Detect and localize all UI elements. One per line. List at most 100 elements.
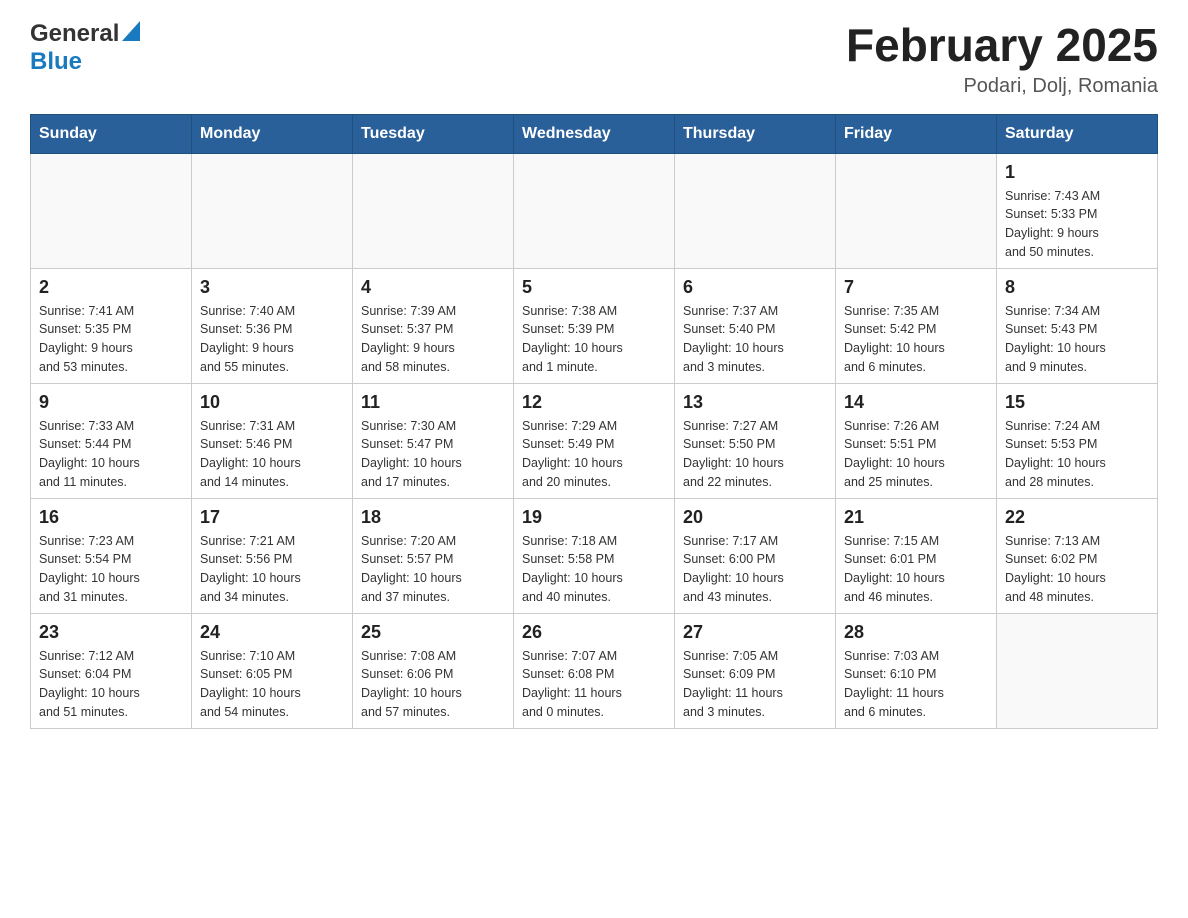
calendar-cell: 11 Sunrise: 7:30 AMSunset: 5:47 PMDayligh… <box>353 383 514 498</box>
day-number: 3 <box>200 277 344 298</box>
day-info: Sunrise: 7:43 AMSunset: 5:33 PMDaylight:… <box>1005 187 1149 262</box>
calendar-cell: 18 Sunrise: 7:20 AMSunset: 5:57 PMDayligh… <box>353 498 514 613</box>
day-number: 1 <box>1005 162 1149 183</box>
calendar-cell <box>675 153 836 268</box>
calendar-cell: 27 Sunrise: 7:05 AMSunset: 6:09 PMDayligh… <box>675 613 836 728</box>
header-friday: Friday <box>836 114 997 153</box>
day-number: 2 <box>39 277 183 298</box>
logo-blue-text: Blue <box>30 48 82 75</box>
logo-general-text: General <box>30 20 119 48</box>
calendar-cell: 13Sunrise: 7:27 AMSunset: 5:50 PMDayligh… <box>675 383 836 498</box>
day-info: Sunrise: 7:27 AMSunset: 5:50 PMDaylight:… <box>683 417 827 492</box>
calendar-cell: 20 Sunrise: 7:17 AMSunset: 6:00 PMDayligh… <box>675 498 836 613</box>
day-info: Sunrise: 7:35 AMSunset: 5:42 PMDaylight:… <box>844 302 988 377</box>
day-info: Sunrise: 7:39 AMSunset: 5:37 PMDaylight:… <box>361 302 505 377</box>
day-info: Sunrise: 7:23 AMSunset: 5:54 PMDaylight:… <box>39 532 183 607</box>
day-number: 23 <box>39 622 183 643</box>
calendar-cell: 8 Sunrise: 7:34 AMSunset: 5:43 PMDaylight… <box>997 268 1158 383</box>
day-info: Sunrise: 7:10 AMSunset: 6:05 PMDaylight:… <box>200 647 344 722</box>
calendar-cell: 14 Sunrise: 7:26 AMSunset: 5:51 PMDayligh… <box>836 383 997 498</box>
day-number: 20 <box>683 507 827 528</box>
day-number: 11 <box>361 392 505 413</box>
day-number: 27 <box>683 622 827 643</box>
day-number: 22 <box>1005 507 1149 528</box>
day-number: 5 <box>522 277 666 298</box>
calendar-cell: 1 Sunrise: 7:43 AMSunset: 5:33 PMDaylight… <box>997 153 1158 268</box>
header-wednesday: Wednesday <box>514 114 675 153</box>
calendar-cell <box>997 613 1158 728</box>
day-info: Sunrise: 7:18 AMSunset: 5:58 PMDaylight:… <box>522 532 666 607</box>
calendar-cell: 16Sunrise: 7:23 AMSunset: 5:54 PMDayligh… <box>31 498 192 613</box>
day-info: Sunrise: 7:37 AMSunset: 5:40 PMDaylight:… <box>683 302 827 377</box>
day-info: Sunrise: 7:24 AMSunset: 5:53 PMDaylight:… <box>1005 417 1149 492</box>
day-info: Sunrise: 7:07 AMSunset: 6:08 PMDaylight:… <box>522 647 666 722</box>
day-number: 10 <box>200 392 344 413</box>
calendar-cell: 19Sunrise: 7:18 AMSunset: 5:58 PMDayligh… <box>514 498 675 613</box>
calendar-cell: 3 Sunrise: 7:40 AMSunset: 5:36 PMDaylight… <box>192 268 353 383</box>
day-info: Sunrise: 7:41 AMSunset: 5:35 PMDaylight:… <box>39 302 183 377</box>
day-info: Sunrise: 7:03 AMSunset: 6:10 PMDaylight:… <box>844 647 988 722</box>
day-info: Sunrise: 7:05 AMSunset: 6:09 PMDaylight:… <box>683 647 827 722</box>
day-info: Sunrise: 7:33 AMSunset: 5:44 PMDaylight:… <box>39 417 183 492</box>
calendar-table: Sunday Monday Tuesday Wednesday Thursday… <box>30 114 1158 729</box>
calendar-cell: 9Sunrise: 7:33 AMSunset: 5:44 PMDaylight… <box>31 383 192 498</box>
week-row-4: 16Sunrise: 7:23 AMSunset: 5:54 PMDayligh… <box>31 498 1158 613</box>
calendar-cell: 26 Sunrise: 7:07 AMSunset: 6:08 PMDayligh… <box>514 613 675 728</box>
location-subtitle: Podari, Dolj, Romania <box>846 75 1158 98</box>
calendar-cell: 25 Sunrise: 7:08 AMSunset: 6:06 PMDayligh… <box>353 613 514 728</box>
week-row-2: 2 Sunrise: 7:41 AMSunset: 5:35 PMDaylight… <box>31 268 1158 383</box>
day-number: 7 <box>844 277 988 298</box>
day-info: Sunrise: 7:15 AMSunset: 6:01 PMDaylight:… <box>844 532 988 607</box>
calendar-cell: 4 Sunrise: 7:39 AMSunset: 5:37 PMDaylight… <box>353 268 514 383</box>
calendar-cell <box>836 153 997 268</box>
calendar-cell: 5 Sunrise: 7:38 AMSunset: 5:39 PMDaylight… <box>514 268 675 383</box>
header-sunday: Sunday <box>31 114 192 153</box>
day-number: 15 <box>1005 392 1149 413</box>
calendar-cell: 7 Sunrise: 7:35 AMSunset: 5:42 PMDaylight… <box>836 268 997 383</box>
day-info: Sunrise: 7:40 AMSunset: 5:36 PMDaylight:… <box>200 302 344 377</box>
day-number: 4 <box>361 277 505 298</box>
calendar-cell: 21 Sunrise: 7:15 AMSunset: 6:01 PMDayligh… <box>836 498 997 613</box>
day-number: 25 <box>361 622 505 643</box>
day-number: 17 <box>200 507 344 528</box>
day-number: 21 <box>844 507 988 528</box>
calendar-cell: 10Sunrise: 7:31 AMSunset: 5:46 PMDayligh… <box>192 383 353 498</box>
calendar-cell: 28 Sunrise: 7:03 AMSunset: 6:10 PMDayligh… <box>836 613 997 728</box>
title-area: February 2025 Podari, Dolj, Romania <box>846 20 1158 98</box>
month-title: February 2025 <box>846 20 1158 71</box>
day-info: Sunrise: 7:08 AMSunset: 6:06 PMDaylight:… <box>361 647 505 722</box>
calendar-cell <box>31 153 192 268</box>
day-number: 26 <box>522 622 666 643</box>
day-number: 8 <box>1005 277 1149 298</box>
calendar-cell: 12 Sunrise: 7:29 AMSunset: 5:49 PMDayligh… <box>514 383 675 498</box>
day-number: 12 <box>522 392 666 413</box>
calendar-cell <box>353 153 514 268</box>
calendar-cell: 22Sunrise: 7:13 AMSunset: 6:02 PMDayligh… <box>997 498 1158 613</box>
header-monday: Monday <box>192 114 353 153</box>
day-info: Sunrise: 7:12 AMSunset: 6:04 PMDaylight:… <box>39 647 183 722</box>
day-info: Sunrise: 7:20 AMSunset: 5:57 PMDaylight:… <box>361 532 505 607</box>
calendar-cell: 17 Sunrise: 7:21 AMSunset: 5:56 PMDayligh… <box>192 498 353 613</box>
day-info: Sunrise: 7:21 AMSunset: 5:56 PMDaylight:… <box>200 532 344 607</box>
calendar-cell: 24Sunrise: 7:10 AMSunset: 6:05 PMDayligh… <box>192 613 353 728</box>
header-tuesday: Tuesday <box>353 114 514 153</box>
calendar-cell: 15 Sunrise: 7:24 AMSunset: 5:53 PMDayligh… <box>997 383 1158 498</box>
page-header: General Blue February 2025 Podari, Dolj,… <box>30 20 1158 98</box>
day-info: Sunrise: 7:30 AMSunset: 5:47 PMDaylight:… <box>361 417 505 492</box>
calendar-cell: 23 Sunrise: 7:12 AMSunset: 6:04 PMDayligh… <box>31 613 192 728</box>
day-info: Sunrise: 7:17 AMSunset: 6:00 PMDaylight:… <box>683 532 827 607</box>
day-info: Sunrise: 7:26 AMSunset: 5:51 PMDaylight:… <box>844 417 988 492</box>
weekday-header-row: Sunday Monday Tuesday Wednesday Thursday… <box>31 114 1158 153</box>
day-number: 18 <box>361 507 505 528</box>
day-number: 6 <box>683 277 827 298</box>
header-thursday: Thursday <box>675 114 836 153</box>
week-row-5: 23 Sunrise: 7:12 AMSunset: 6:04 PMDayligh… <box>31 613 1158 728</box>
day-info: Sunrise: 7:29 AMSunset: 5:49 PMDaylight:… <box>522 417 666 492</box>
calendar-cell <box>192 153 353 268</box>
day-number: 28 <box>844 622 988 643</box>
day-number: 14 <box>844 392 988 413</box>
day-info: Sunrise: 7:38 AMSunset: 5:39 PMDaylight:… <box>522 302 666 377</box>
day-info: Sunrise: 7:34 AMSunset: 5:43 PMDaylight:… <box>1005 302 1149 377</box>
logo-triangle-icon <box>122 21 140 46</box>
week-row-3: 9Sunrise: 7:33 AMSunset: 5:44 PMDaylight… <box>31 383 1158 498</box>
